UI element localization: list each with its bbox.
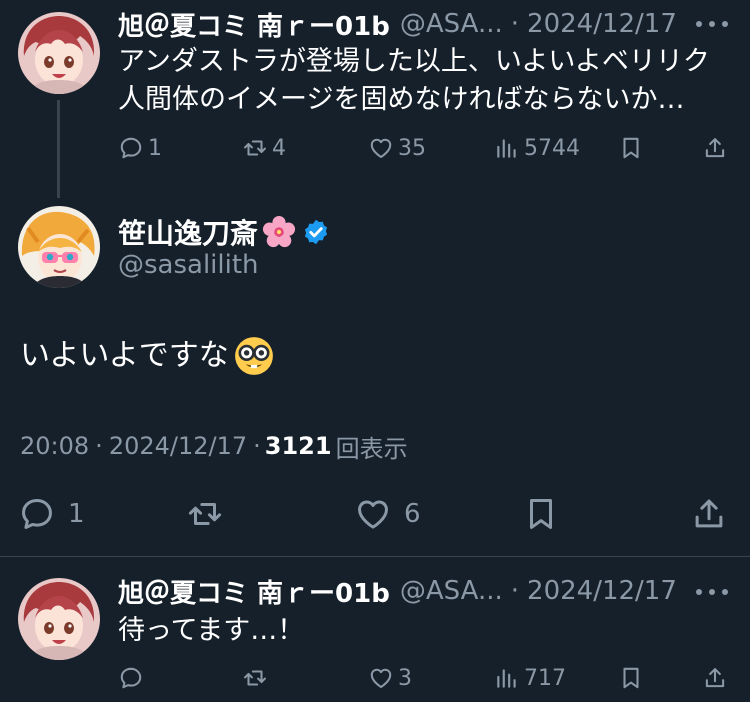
- user-handle[interactable]: @ASA...: [400, 9, 503, 39]
- like-count: 3: [398, 665, 412, 691]
- bookmark-icon: [618, 665, 644, 691]
- user-handle[interactable]: @ASA...: [400, 576, 503, 606]
- tweet-actions: 1 6: [0, 492, 750, 536]
- retweet-icon: [242, 135, 268, 161]
- reply-count: 1: [68, 499, 85, 529]
- like-icon: [368, 135, 394, 161]
- bookmark-button[interactable]: [618, 128, 644, 168]
- bookmark-icon: [522, 495, 560, 533]
- avatar[interactable]: [18, 578, 100, 660]
- separator-dot: ·: [253, 432, 261, 460]
- reply-count: 1: [148, 135, 162, 161]
- separator-dot: ·: [510, 9, 520, 39]
- like-count: 35: [398, 135, 426, 161]
- tweet-header: 旭＠夏コミ 南ｒー01b @ASA... · 2024/12/17: [118, 571, 698, 611]
- retweet-button[interactable]: [186, 492, 224, 536]
- like-icon: [354, 495, 392, 533]
- user-handle[interactable]: @sasalilith: [118, 250, 259, 280]
- tweet-time[interactable]: 20:08: [20, 432, 89, 460]
- retweet-button[interactable]: [242, 658, 268, 698]
- views-button[interactable]: 717: [494, 658, 566, 698]
- reply-button[interactable]: [118, 658, 144, 698]
- share-button[interactable]: [690, 492, 728, 536]
- bookmark-button[interactable]: [522, 492, 560, 536]
- author-row: 笹山逸刀斎: [118, 212, 330, 252]
- like-count: 6: [404, 499, 421, 529]
- views-count: 717: [524, 665, 566, 691]
- retweet-icon: [186, 495, 224, 533]
- share-icon: [702, 135, 728, 161]
- tweet-date[interactable]: 2024/12/17: [527, 9, 677, 39]
- like-icon: [368, 665, 394, 691]
- tweet-actions: 1 4 35 5744: [118, 128, 730, 168]
- like-button[interactable]: 35: [368, 128, 426, 168]
- reply-button[interactable]: 1: [18, 492, 85, 536]
- tweet-text: アンダストラが登場した以上、いよいよベリリク人間体のイメージを固めなければならな…: [118, 46, 710, 115]
- retweet-count: 4: [272, 135, 286, 161]
- reply-icon: [118, 135, 144, 161]
- reply-icon: [118, 665, 144, 691]
- display-name[interactable]: 旭＠夏コミ 南ｒー01b: [118, 573, 390, 610]
- share-icon: [690, 495, 728, 533]
- cherry-blossom-icon: [262, 215, 296, 248]
- bookmark-button[interactable]: [618, 658, 644, 698]
- thread-connector-line: [57, 100, 60, 198]
- avatar[interactable]: [18, 12, 100, 94]
- retweet-icon: [242, 665, 268, 691]
- tweet-text: いよいよですな: [20, 338, 229, 373]
- share-button[interactable]: [702, 128, 728, 168]
- more-icon[interactable]: [696, 14, 728, 34]
- retweet-button[interactable]: 4: [242, 128, 286, 168]
- like-button[interactable]: 6: [354, 492, 421, 536]
- views-count: 3121: [264, 432, 332, 460]
- tweet-header: 旭＠夏コミ 南ｒー01b @ASA... · 2024/12/17: [118, 4, 698, 44]
- separator-dot: ·: [510, 576, 520, 606]
- divider: [0, 556, 750, 557]
- views-count: 5744: [524, 135, 580, 161]
- display-name[interactable]: 旭＠夏コミ 南ｒー01b: [118, 6, 390, 43]
- views-icon: [494, 665, 520, 691]
- tweet-text: 待ってます…！: [118, 615, 305, 646]
- tweet-text-container: いよいよですな: [20, 334, 275, 378]
- display-name[interactable]: 笹山逸刀斎: [118, 212, 258, 252]
- reply-icon: [18, 495, 56, 533]
- verified-badge-icon[interactable]: [302, 218, 330, 246]
- more-icon[interactable]: [696, 582, 728, 602]
- share-icon: [702, 665, 728, 691]
- views-icon: [494, 135, 520, 161]
- reply-button[interactable]: 1: [118, 128, 162, 168]
- views-button[interactable]: 5744: [494, 128, 580, 168]
- like-button[interactable]: 3: [368, 658, 412, 698]
- tweet-meta: 20:08 · 2024/12/17 · 3121 回表示: [20, 428, 408, 464]
- nerd-face-icon: [234, 337, 273, 375]
- bookmark-icon: [618, 135, 644, 161]
- views-label: 回表示: [335, 434, 408, 463]
- avatar[interactable]: [18, 206, 100, 288]
- tweet-actions: 3 717: [118, 658, 730, 698]
- tweet-date[interactable]: 2024/12/17: [109, 432, 247, 460]
- separator-dot: ·: [95, 432, 103, 460]
- share-button[interactable]: [702, 658, 728, 698]
- tweet-date[interactable]: 2024/12/17: [527, 576, 677, 606]
